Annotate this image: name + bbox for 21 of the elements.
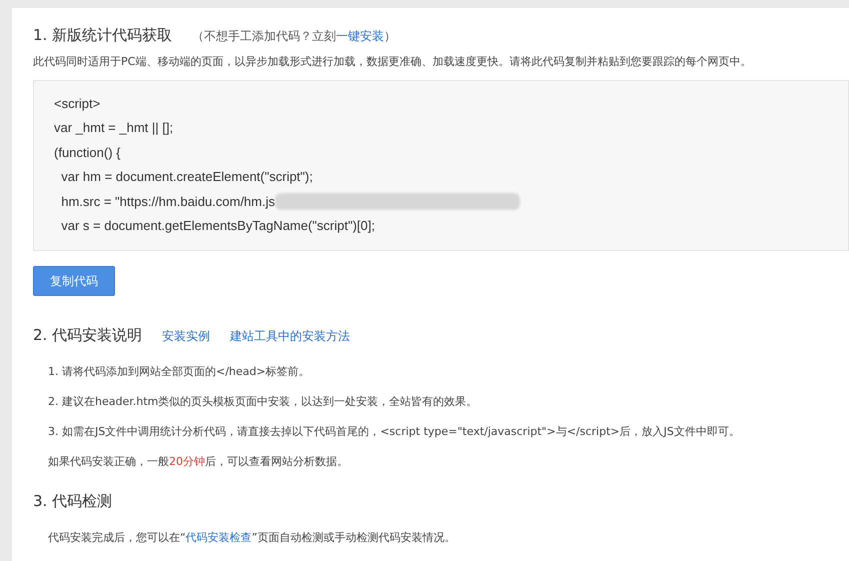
code-line: hm.src = "https://hm.baidu.com/hm.js	[60, 194, 275, 209]
instruction-step: 2. 建议在header.htm类似的页头模板页面中安装，以达到一处安装，全站皆有的效果。	[33, 394, 849, 412]
help-link[interactable]: 安装实例	[162, 328, 210, 345]
code-line: <script>	[54, 96, 100, 111]
code-line: (function() {	[54, 144, 120, 160]
section-title: 3. 代码检测	[33, 492, 112, 511]
code-line: var hm = document.createElement("script");	[60, 169, 313, 184]
hint-text: （不想手工添加代码？立刻一键安装）	[192, 28, 396, 45]
help-link[interactable]: 建站工具中的安装方法	[230, 328, 350, 345]
description-text: 此代码同时适用于PC端、移动端的页面，以异步加载形式进行加载，数据更准确、加载速度更快。请将此代码复制并粘贴到您要跟踪的每个网页中。	[33, 54, 752, 69]
instruction-step: 1. 请将代码添加到网站全部页面的</head>标签前。	[33, 364, 849, 382]
code-line: var _hmt = _hmt || [];	[54, 120, 174, 136]
check-text: 代码安装完成后，您可以在“代码安装检查”页面自动检测或手动检测代码安装情况。	[47, 530, 456, 546]
section-title: 2. 代码安装说明	[33, 326, 142, 345]
code-line: var s = document.getElementsByTagName("script")[0];	[60, 218, 375, 234]
copy-code-button[interactable]: 复制代码	[33, 266, 115, 296]
code-check-link[interactable]: 代码安装检查	[186, 531, 252, 544]
instruction-step: 3. 如需在JS文件中调用统计分析代码，请直接去掉以下代码首尾的，<script type="text/javascript">与</script>后，放入JS文件中即可。	[33, 424, 849, 442]
one-click-install-link[interactable]: 一键安装	[336, 29, 384, 43]
note-text: 如果代码安装正确，一般20分钟后，可以查看网站分析数据。	[47, 454, 349, 470]
section-title: 1. 新版统计代码获取	[33, 26, 172, 45]
